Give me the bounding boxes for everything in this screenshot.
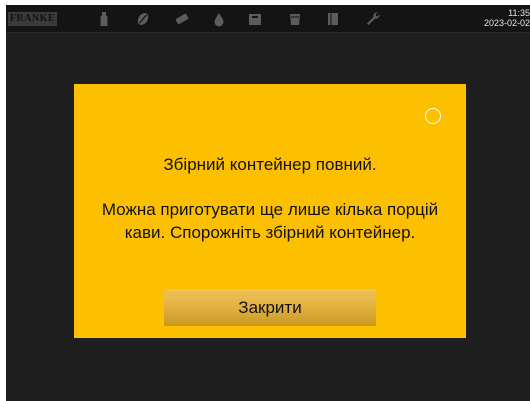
tablet-icon[interactable] xyxy=(173,10,191,28)
container-full-dialog: Збірний контейнер повний. Можна приготув… xyxy=(74,84,466,338)
clock-date: 2023-02-02 xyxy=(483,18,530,28)
clock-time: 11:35 xyxy=(508,8,530,18)
cup-icon[interactable] xyxy=(286,10,304,28)
dialog-title: Збірний контейнер повний. xyxy=(163,155,377,174)
milk-bottle-icon[interactable] xyxy=(95,10,113,28)
franke-logo: FRANKE xyxy=(8,12,57,26)
clock: 11:35 2023-02-02 xyxy=(480,8,530,28)
cup-warmer-icon[interactable] xyxy=(324,10,342,28)
wrench-icon[interactable] xyxy=(364,10,382,28)
coffee-bean-icon[interactable] xyxy=(134,10,152,28)
machine-screen: FRANKE 11:35 2023-02-02 Збірний контейне… xyxy=(6,5,530,401)
grounds-container-icon[interactable] xyxy=(246,10,264,28)
close-button[interactable]: Закрити xyxy=(164,289,376,326)
water-drop-icon[interactable] xyxy=(210,10,228,28)
status-bar: FRANKE 11:35 2023-02-02 xyxy=(6,5,530,33)
dialog-circle-icon[interactable] xyxy=(425,108,441,124)
dialog-message: Можна приготувати ще лише кілька порцій … xyxy=(101,200,439,242)
